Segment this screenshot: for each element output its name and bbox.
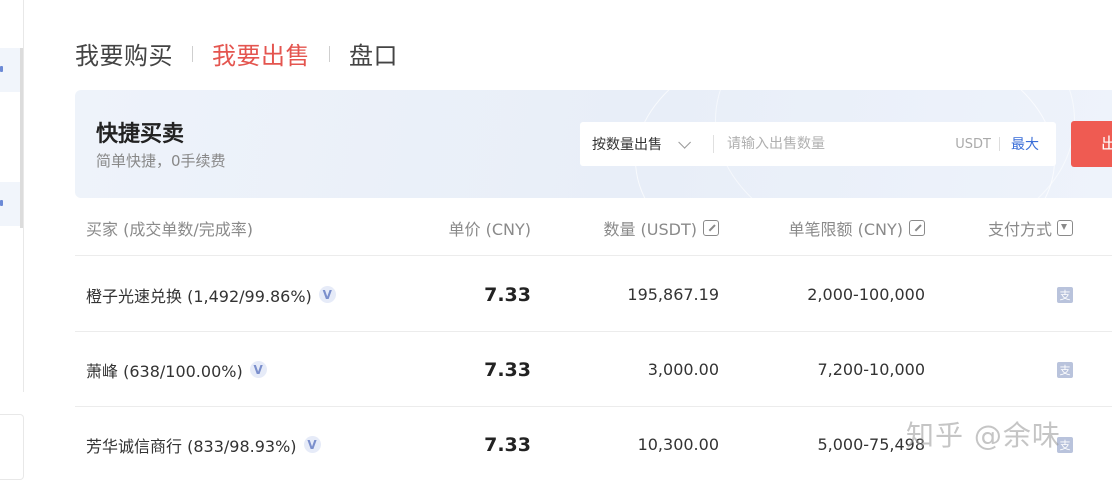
table-row[interactable]: 橙子光速兑换 (1,492/99.86%) V 7.33 195,867.19 … [75,257,1112,332]
merchant-name[interactable]: 橙子光速兑换 (1,492/99.86%) [86,283,312,307]
sell-button[interactable]: 出售 [1071,121,1112,167]
quick-trade-title: 快捷买卖 [96,122,185,147]
max-button[interactable]: 最大 [1011,134,1039,154]
table-header: 买家 (成交单数/完成率) 单价 (CNY) 数量 (USDT) 单笔限额 (C… [75,198,1112,256]
header-quantity[interactable]: 数量 (USDT) [603,216,719,240]
tab-orderbook[interactable]: 盘口 [349,36,398,71]
quick-trade-subtitle: 简单快捷，0手续费 [96,152,226,170]
sidebar-marker [0,66,3,72]
payment-cell: 支 [1057,407,1073,480]
sidebar-active-item[interactable] [0,182,22,226]
sidebar-partial [0,0,24,392]
price-cell: 7.33 [484,283,531,306]
unit-label: USDT [955,136,991,152]
alipay-icon: 支 [1057,436,1073,453]
header-price: 单价 (CNY) [449,216,532,240]
trade-mode-label: 按数量出售 [592,137,662,153]
tab-divider [192,45,193,62]
filter-icon[interactable] [1057,220,1073,236]
price-cell: 7.33 [484,433,531,456]
sidebar-scrollbar[interactable] [20,48,23,228]
merchant-name[interactable]: 芳华诚信商行 (833/98.93%) [86,433,297,457]
header-buyer-label: 买家 (成交单数/完成率) [86,220,253,239]
chevron-down-icon [678,135,691,149]
tab-sell[interactable]: 我要出售 [212,36,310,71]
quantity-input[interactable] [714,122,956,166]
quantity-cell: 10,300.00 [637,435,719,454]
header-limit[interactable]: 单笔限额 (CNY) [788,216,925,240]
table-row[interactable]: 萧峰 (638/100.00%) V 7.33 3,000.00 7,200-1… [75,332,1112,407]
trade-mode-select[interactable]: 按数量出售 [580,122,713,166]
quick-trade-form: 按数量出售 USDT 最大 [580,122,1056,166]
payment-cell: 支 [1057,257,1073,332]
form-divider [999,137,1000,151]
edit-icon[interactable] [703,220,719,236]
header-buyer: 买家 (成交单数/完成率) [86,216,253,240]
limit-cell: 7,200-10,000 [817,360,925,379]
merchant-cell: 萧峰 (638/100.00%) V [86,332,267,407]
edit-icon[interactable] [909,220,925,236]
header-payment[interactable]: 支付方式 [988,216,1073,240]
merchant-name[interactable]: 萧峰 (638/100.00%) [86,358,243,382]
page: 我要购买 我要出售 盘口 快捷买卖 简单快捷，0手续费 按数量出售 USDT 最… [0,0,1112,480]
price-cell: 7.33 [484,358,531,381]
quick-trade-panel: 快捷买卖 简单快捷，0手续费 按数量出售 USDT 最大 出售 [75,90,1112,198]
limit-cell: 5,000-75,498 [817,435,925,454]
merchant-cell: 橙子光速兑换 (1,492/99.86%) V [86,257,336,332]
header-limit-label: 单笔限额 (CNY) [788,220,904,239]
payment-cell: 支 [1057,332,1073,407]
alipay-icon: 支 [1057,286,1073,303]
quantity-cell: 195,867.19 [627,285,719,304]
verified-badge: V [249,361,267,378]
sidebar-marker [0,200,3,206]
trade-tabs: 我要购买 我要出售 盘口 [75,36,398,71]
tab-buy[interactable]: 我要购买 [75,36,173,71]
table-row[interactable]: 芳华诚信商行 (833/98.93%) V 7.33 10,300.00 5,0… [75,407,1112,480]
verified-badge: V [303,436,321,453]
sidebar-active-item[interactable] [0,48,22,92]
quantity-cell: 3,000.00 [647,360,719,379]
tab-divider [329,45,330,62]
header-quantity-label: 数量 (USDT) [603,220,697,239]
header-price-label: 单价 (CNY) [448,220,532,239]
limit-cell: 2,000-100,000 [807,285,925,304]
header-payment-label: 支付方式 [987,220,1052,239]
merchant-cell: 芳华诚信商行 (833/98.93%) V [86,407,321,480]
verified-badge: V [318,286,336,303]
alipay-icon: 支 [1057,361,1073,378]
sidebar-panel-partial [0,414,24,480]
